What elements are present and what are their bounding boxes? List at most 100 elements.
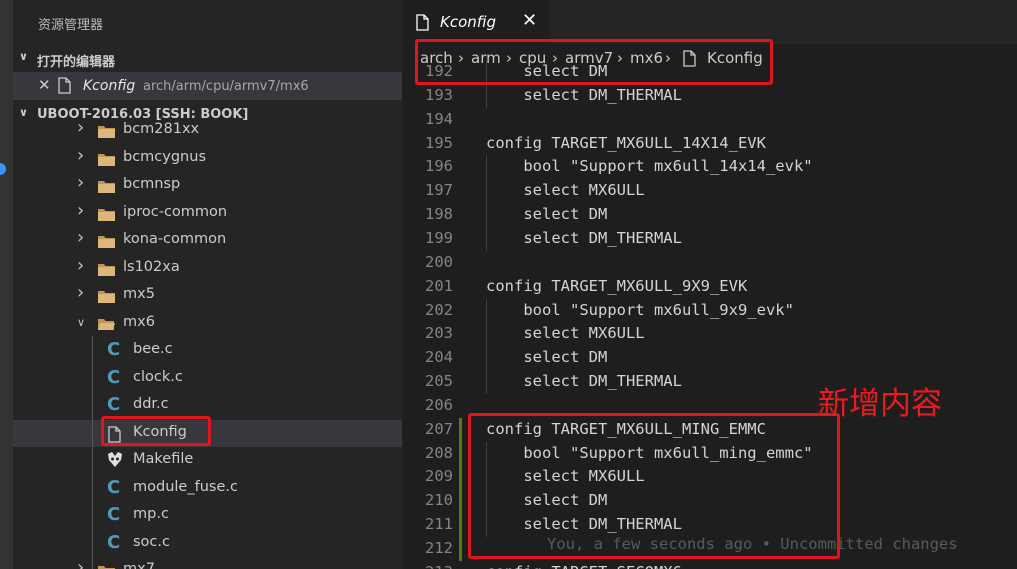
breadcrumb-highlight-box bbox=[415, 39, 773, 85]
tree-item[interactable]: › kona-common bbox=[13, 227, 402, 254]
line-number: 202 bbox=[425, 300, 453, 319]
code-text: bool "Support mx6ull_9x9_evk" bbox=[486, 300, 794, 319]
git-added-marker bbox=[459, 489, 462, 514]
line-number: 199 bbox=[425, 228, 453, 247]
code-text: select DM bbox=[486, 348, 608, 367]
explorer-sidebar: 资源管理器 ∨ 打开的编辑器 ✕ Kconfig arch/arm/cpu/ar… bbox=[13, 0, 402, 569]
activity-badge[interactable] bbox=[0, 163, 6, 175]
code-text: config TARGET_SECOMX6 bbox=[486, 563, 682, 569]
tree-item[interactable]: ∨ mx6 bbox=[13, 310, 402, 337]
code-line: 200 bbox=[402, 251, 1017, 275]
chevron-down-icon[interactable]: ∨ bbox=[77, 316, 85, 329]
tree-item[interactable]: Cclock.c bbox=[13, 365, 402, 392]
line-number: 209 bbox=[425, 467, 453, 486]
c-file-icon: C bbox=[107, 366, 121, 388]
tree-item-label: ddr.c bbox=[133, 396, 169, 412]
tab-kconfig[interactable]: Kconfig ✕ bbox=[402, 0, 550, 44]
tree-item[interactable]: › ls102xa bbox=[13, 255, 402, 282]
indent-guide bbox=[486, 155, 487, 251]
line-number: 208 bbox=[425, 443, 453, 462]
chevron-right-icon[interactable]: › bbox=[77, 145, 84, 166]
tree-item[interactable]: › bcmcygnus bbox=[13, 145, 402, 172]
chevron-right-icon[interactable]: › bbox=[77, 557, 84, 569]
tree-item[interactable]: Makefile bbox=[13, 447, 402, 474]
tree-item-label: bcm281xx bbox=[123, 121, 200, 137]
code-text: select DM_THERMAL bbox=[486, 228, 682, 247]
chevron-right-icon[interactable]: › bbox=[77, 227, 84, 248]
line-number: 198 bbox=[425, 205, 453, 224]
line-number: 196 bbox=[425, 157, 453, 176]
tree-item[interactable]: Cddr.c bbox=[13, 392, 402, 419]
line-number: 193 bbox=[425, 85, 453, 104]
tree-item[interactable]: Csoc.c bbox=[13, 530, 402, 557]
code-line: 198 select DM bbox=[402, 203, 1017, 227]
line-number: 211 bbox=[425, 515, 453, 534]
code-line: 204 select DM bbox=[402, 346, 1017, 370]
tree-item-label: bee.c bbox=[133, 341, 173, 357]
code-line: 197 select MX6ULL bbox=[402, 179, 1017, 203]
code-text: select MX6ULL bbox=[486, 324, 645, 343]
code-text: select DM bbox=[486, 205, 608, 224]
chevron-right-icon[interactable]: › bbox=[77, 255, 84, 276]
code-line: 193 select DM_THERMAL bbox=[402, 84, 1017, 108]
code-line: 195 config TARGET_MX6ULL_14X14_EVK bbox=[402, 132, 1017, 156]
folder-icon bbox=[98, 180, 115, 193]
git-added-marker bbox=[459, 513, 462, 538]
open-editors-header[interactable]: ∨ 打开的编辑器 bbox=[13, 46, 402, 72]
file-icon bbox=[416, 14, 429, 35]
indent-guide bbox=[92, 336, 93, 569]
chevron-right-icon[interactable]: › bbox=[77, 172, 84, 193]
c-file-icon: C bbox=[107, 394, 121, 415]
code-line: 213 config TARGET_SECOMX6 bbox=[402, 561, 1017, 569]
tree-item[interactable]: › mx5 bbox=[13, 282, 402, 309]
tree-item-label: kona-common bbox=[123, 231, 227, 247]
open-editor-path: arch/arm/cpu/armv7/mx6 bbox=[143, 79, 309, 94]
code-line: 196 bool "Support mx6ull_14x14_evk" bbox=[402, 155, 1017, 179]
folder-icon bbox=[98, 208, 115, 221]
chevron-right-icon[interactable]: › bbox=[77, 200, 84, 221]
open-editor-filename: Kconfig bbox=[83, 78, 136, 94]
tree-item[interactable]: › mx7 bbox=[13, 557, 402, 569]
chevron-right-icon[interactable]: › bbox=[77, 117, 84, 138]
folder-icon bbox=[98, 318, 115, 331]
tree-item-label: iproc-common bbox=[123, 203, 228, 220]
line-number: 204 bbox=[425, 348, 453, 367]
code-line: 203 select MX6ULL bbox=[402, 322, 1017, 346]
annotation-label: 新增内容 bbox=[818, 386, 942, 422]
code-text: config TARGET_MX6ULL_14X14_EVK bbox=[486, 133, 766, 152]
tree-item-label: ls102xa bbox=[123, 258, 180, 275]
tree-item[interactable]: › bcmnsp bbox=[13, 172, 402, 199]
code-text: bool "Support mx6ull_14x14_evk" bbox=[486, 157, 813, 176]
line-number: 210 bbox=[425, 491, 453, 510]
makefile-icon bbox=[106, 452, 124, 472]
tree-item-label: bcmcygnus bbox=[123, 148, 206, 165]
folder-icon bbox=[98, 565, 115, 569]
tree-item-label: clock.c bbox=[133, 368, 183, 385]
tree-item-label: soc.c bbox=[133, 533, 170, 550]
tree-item[interactable]: Cmp.c bbox=[13, 502, 402, 529]
close-icon[interactable]: ✕ bbox=[522, 10, 537, 31]
line-number: 197 bbox=[425, 181, 453, 200]
activity-bar bbox=[0, 0, 13, 569]
close-icon[interactable]: ✕ bbox=[38, 76, 51, 94]
folder-icon bbox=[98, 125, 115, 138]
chevron-right-icon[interactable]: › bbox=[77, 282, 84, 303]
c-file-icon: C bbox=[107, 504, 121, 525]
code-line: 202 bool "Support mx6ull_9x9_evk" bbox=[402, 299, 1017, 323]
open-editor-item[interactable]: ✕ Kconfig arch/arm/cpu/armv7/mx6 bbox=[13, 72, 402, 100]
code-text: select DM_THERMAL bbox=[486, 85, 682, 104]
code-line: 201 config TARGET_MX6ULL_9X9_EVK bbox=[402, 275, 1017, 299]
tree-item[interactable]: Cmodule_fuse.c bbox=[13, 475, 402, 502]
c-file-icon: C bbox=[107, 339, 121, 360]
folder-icon bbox=[98, 290, 115, 303]
tree-item[interactable]: › bcm281xx bbox=[13, 117, 402, 144]
git-added-marker bbox=[459, 537, 462, 561]
git-added-marker bbox=[459, 417, 462, 442]
kconfig-highlight-box bbox=[101, 416, 211, 446]
tree-item[interactable]: › iproc-common bbox=[13, 200, 402, 227]
chevron-down-icon: ∨ bbox=[19, 50, 28, 63]
code-text: select MX6ULL bbox=[486, 181, 645, 200]
tab-bar: Kconfig ✕ bbox=[402, 0, 1017, 44]
tree-item[interactable]: Cbee.c bbox=[13, 337, 402, 364]
line-number: 194 bbox=[425, 109, 453, 128]
